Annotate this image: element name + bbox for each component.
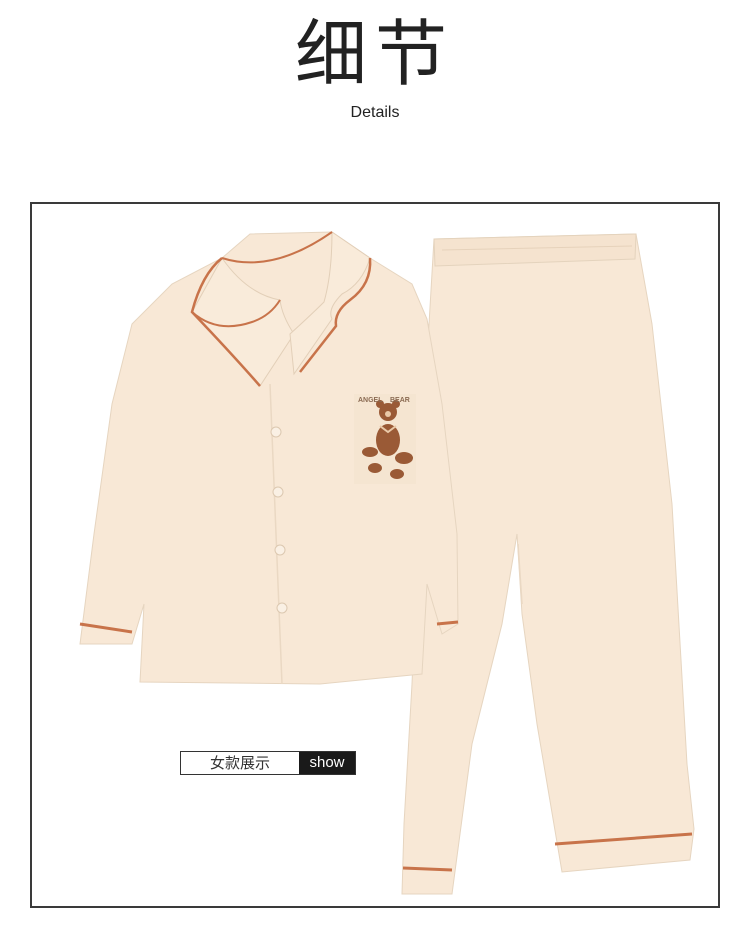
- product-frame: ANGEL BEAR: [30, 202, 720, 908]
- svg-text:ANGEL: ANGEL: [358, 397, 383, 404]
- page-header: 细节 Details: [0, 18, 750, 122]
- show-badge-tag: show: [299, 752, 355, 774]
- svg-text:BEAR: BEAR: [390, 397, 410, 404]
- page-title: 细节: [294, 12, 455, 96]
- shirt: ANGEL BEAR: [79, 231, 459, 685]
- show-badge: 女款展示 show: [180, 751, 356, 775]
- show-badge-label: 女款展示: [209, 754, 270, 772]
- bear-print-icon: ANGEL BEAR: [354, 394, 416, 484]
- pajama-set-illustration: ANGEL BEAR: [79, 231, 695, 895]
- page-subtitle: Details: [350, 104, 400, 121]
